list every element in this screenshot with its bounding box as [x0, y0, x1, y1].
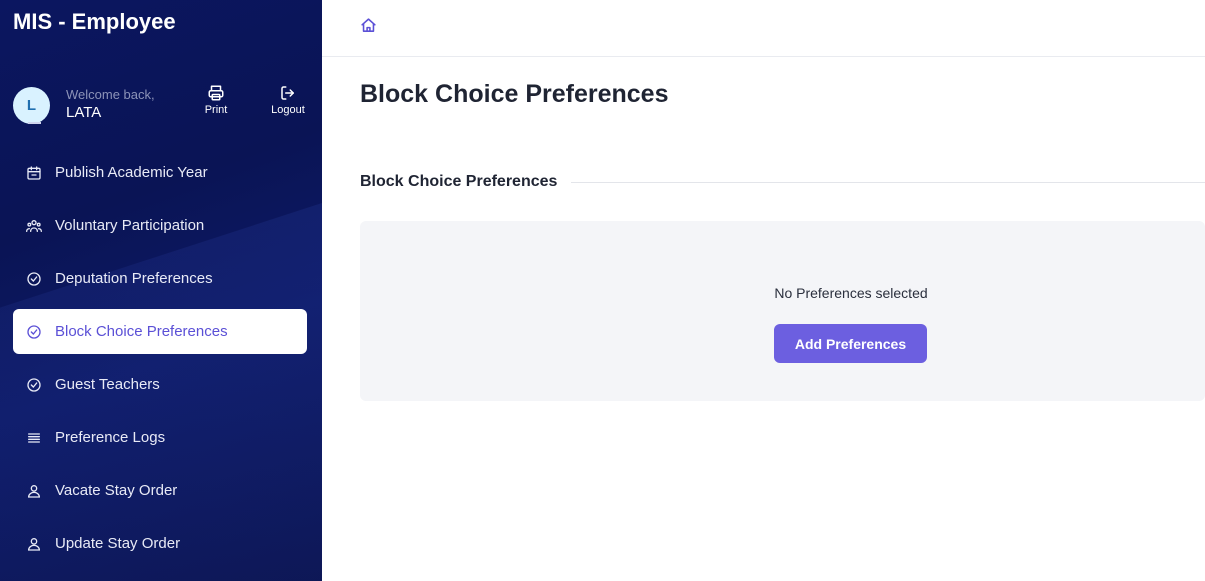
sidebar-item-preference-logs[interactable]: Preference Logs — [13, 415, 307, 460]
group-icon — [26, 218, 42, 234]
sidebar: MIS - Employee L Welcome back, LATA Prin… — [0, 0, 322, 581]
sidebar-item-vacate-stay-order[interactable]: Vacate Stay Order — [13, 468, 307, 513]
sidebar-item-publish-academic-year[interactable]: Publish Academic Year — [13, 150, 307, 195]
sidebar-item-label: Preference Logs — [55, 429, 166, 446]
sidebar-item-deputation-preferences[interactable]: Deputation Preferences — [13, 256, 307, 301]
user-name: LATA — [66, 104, 102, 121]
printer-icon — [208, 85, 224, 101]
section-header: Block Choice Preferences — [360, 172, 1205, 192]
print-button[interactable]: Print — [196, 84, 236, 116]
sidebar-item-block-choice-preferences[interactable]: Block Choice Preferences — [13, 309, 307, 354]
list-icon — [28, 122, 41, 125]
section-title: Block Choice Preferences — [360, 173, 558, 190]
check-circle-icon — [26, 271, 42, 287]
sidebar-item-label: Deputation Preferences — [55, 270, 213, 287]
check-circle-icon — [26, 324, 42, 340]
section-divider — [571, 181, 1205, 183]
list-icon — [26, 430, 42, 446]
welcome-text: Welcome back, — [66, 87, 155, 102]
sidebar-item-label: Update Stay Order — [55, 535, 181, 552]
sidebar-item-voluntary-participation[interactable]: Voluntary Participation — [13, 203, 307, 248]
app-brand: MIS - Employee — [13, 9, 176, 34]
sidebar-nav: Publish Academic Year Voluntary Particip… — [13, 150, 307, 574]
user-profile: L Welcome back, LATA Print Logout — [13, 84, 313, 126]
sidebar-item-update-stay-order[interactable]: Update Stay Order — [13, 521, 307, 566]
preferences-card: No Preferences selected Add Preferences — [360, 221, 1205, 401]
logout-icon — [281, 86, 294, 100]
print-label: Print — [204, 104, 228, 116]
sidebar-item-label: Vacate Stay Order — [55, 482, 178, 499]
home-icon[interactable] — [360, 17, 377, 39]
logout-button[interactable]: Logout — [268, 84, 308, 116]
sidebar-item-label: Publish Academic Year — [55, 164, 208, 181]
user-icon — [26, 483, 42, 499]
sidebar-item-guest-teachers[interactable]: Guest Teachers — [13, 362, 307, 407]
page-title: Block Choice Preferences — [360, 80, 669, 108]
calendar-icon — [26, 165, 42, 181]
logout-label: Logout — [271, 104, 305, 116]
avatar[interactable]: L — [13, 87, 50, 124]
user-icon — [26, 536, 42, 552]
sidebar-item-label: Guest Teachers — [55, 376, 160, 393]
empty-message: No Preferences selected — [774, 285, 928, 301]
check-circle-icon — [26, 377, 42, 393]
sidebar-item-label: Voluntary Participation — [55, 217, 205, 234]
top-bar — [322, 0, 1205, 57]
add-preferences-button[interactable]: Add Preferences — [774, 324, 927, 363]
sidebar-item-label: Block Choice Preferences — [55, 323, 228, 340]
